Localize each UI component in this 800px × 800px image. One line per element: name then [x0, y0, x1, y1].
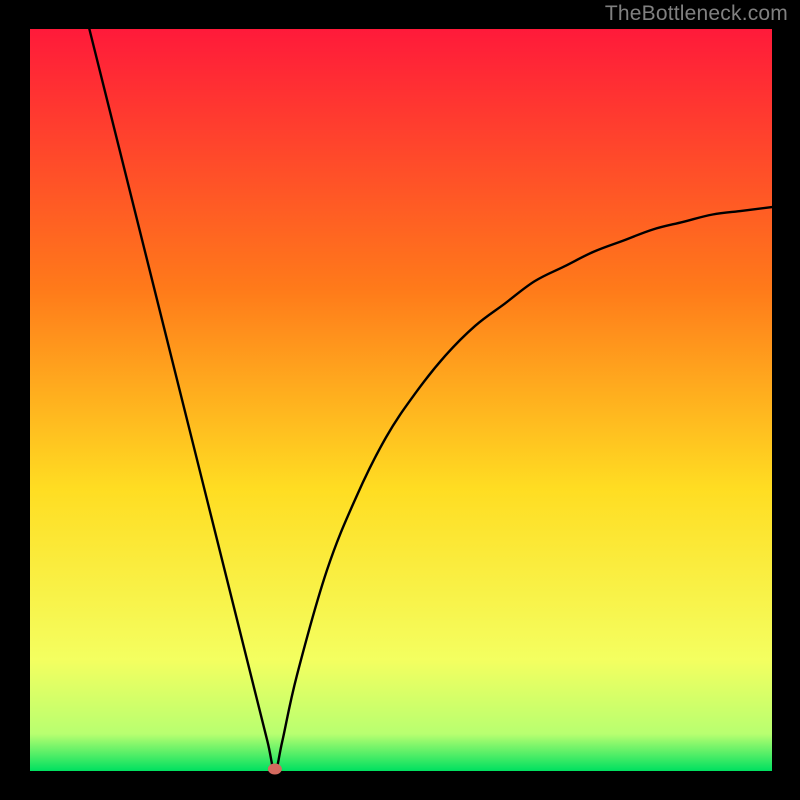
chart-svg: [0, 0, 800, 800]
watermark-text: TheBottleneck.com: [605, 2, 788, 26]
minimum-marker: [268, 764, 282, 775]
plot-background: [30, 29, 772, 771]
chart-frame: TheBottleneck.com: [0, 0, 800, 800]
